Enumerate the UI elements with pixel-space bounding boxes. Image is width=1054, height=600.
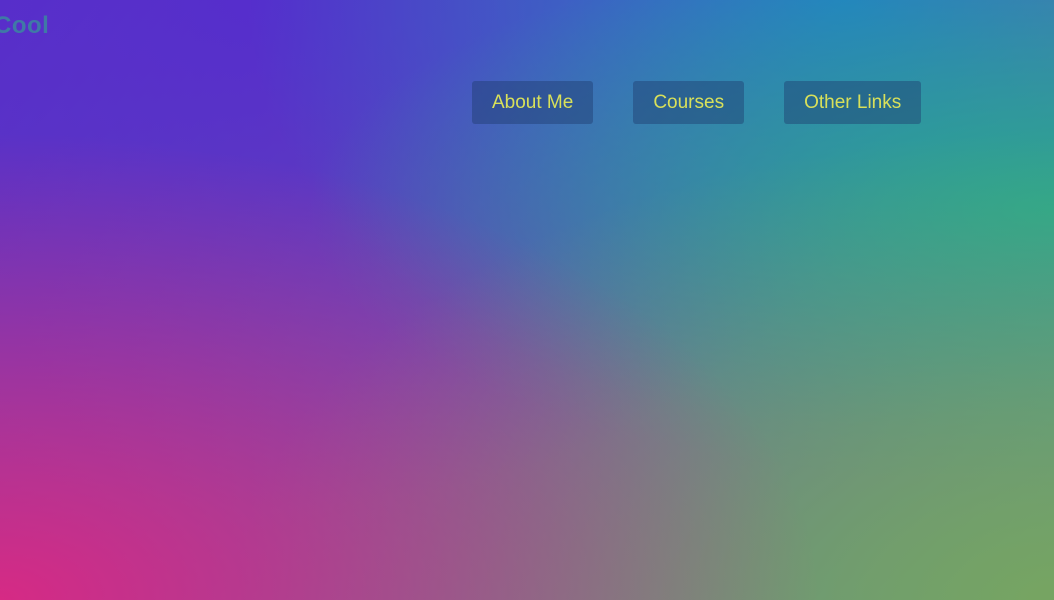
- other-links-button[interactable]: Other Links: [784, 81, 922, 124]
- main-navigation: About Me Courses Other Links: [472, 81, 922, 124]
- courses-button[interactable]: Courses: [633, 81, 745, 124]
- about-me-button[interactable]: About Me: [472, 81, 594, 124]
- site-logo[interactable]: Cool: [0, 12, 49, 40]
